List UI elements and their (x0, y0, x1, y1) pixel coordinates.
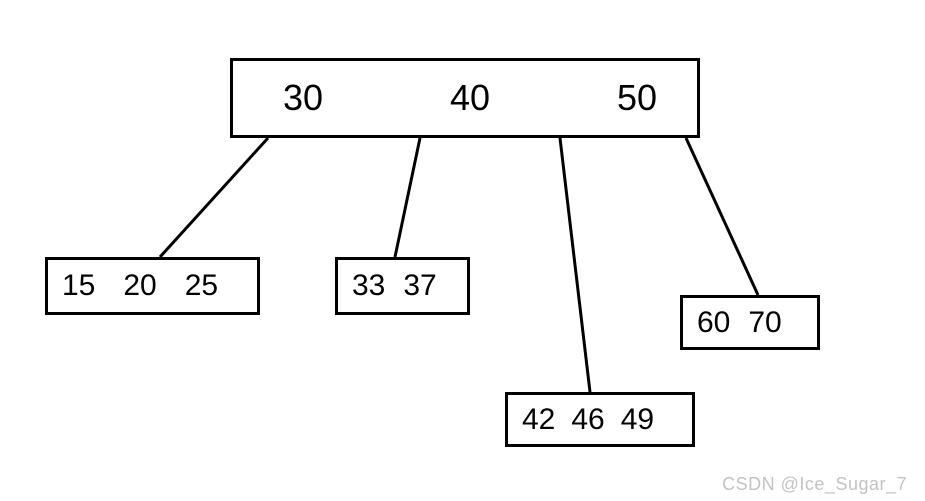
key: 20 (123, 269, 156, 303)
child-node-3: 60 70 (680, 295, 820, 350)
key: 25 (185, 269, 218, 303)
key: 70 (748, 306, 781, 340)
watermark-text: CSDN @Ice_Sugar_7 (722, 474, 907, 495)
root-node: 30 40 50 (230, 58, 700, 138)
key: 49 (621, 403, 654, 437)
child-node-1: 33 37 (335, 257, 470, 315)
key: 50 (617, 77, 657, 119)
key: 40 (450, 77, 490, 119)
child-node-2: 42 46 49 (505, 392, 695, 447)
key: 33 (352, 269, 385, 303)
key: 46 (571, 403, 604, 437)
key: 30 (283, 77, 323, 119)
key: 15 (62, 269, 95, 303)
child-node-0: 15 20 25 (45, 257, 260, 315)
key: 60 (697, 306, 730, 340)
key: 37 (403, 269, 436, 303)
key: 42 (522, 403, 555, 437)
